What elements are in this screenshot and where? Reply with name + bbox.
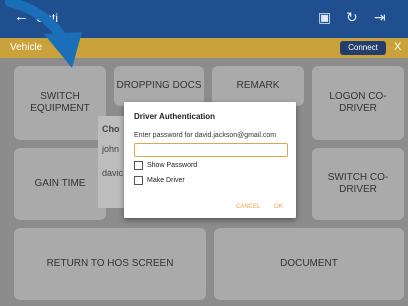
password-prompt: Enter password for david.jackson@gmail.c…: [134, 132, 277, 139]
connect-button[interactable]: Connect: [340, 41, 386, 55]
refresh-icon[interactable]: ↻: [346, 9, 358, 26]
choose-title: Cho: [102, 124, 120, 134]
switch-co-driver-button[interactable]: SWITCH CO-DRIVER: [312, 148, 404, 220]
remark-button[interactable]: REMARK: [212, 66, 304, 106]
logout-icon[interactable]: ⇥: [374, 9, 386, 26]
driver-authentication-dialog: Driver Authentication Enter password for…: [124, 102, 296, 218]
driver-row-john[interactable]: john: [102, 144, 119, 154]
cancel-button[interactable]: CANCEL: [236, 204, 260, 210]
make-driver-label: Make Driver: [147, 177, 185, 184]
return-to-hos-button[interactable]: RETURN TO HOS SCREEN: [14, 228, 206, 300]
ok-button[interactable]: OK: [274, 204, 283, 210]
show-password-label: Show Password: [147, 162, 198, 169]
checkbox-icon[interactable]: [134, 161, 143, 170]
driver-row-david[interactable]: davic: [102, 168, 123, 178]
document-button[interactable]: DOCUMENT: [214, 228, 404, 300]
logon-co-driver-button[interactable]: LOGON CO-DRIVER: [312, 66, 404, 140]
dialog-title: Driver Authentication: [134, 112, 216, 121]
checkbox-icon[interactable]: [134, 176, 143, 185]
password-input[interactable]: [134, 143, 288, 157]
gain-time-button[interactable]: GAIN TIME: [14, 148, 106, 220]
tutorial-arrow-icon: [5, 0, 82, 68]
make-driver-checkbox[interactable]: Make Driver: [134, 176, 185, 185]
show-password-checkbox[interactable]: Show Password: [134, 161, 197, 170]
device-icon[interactable]: ▣: [318, 9, 331, 26]
close-icon[interactable]: X: [394, 41, 401, 53]
dropping-docs-button[interactable]: DROPPING DOCS: [114, 66, 204, 106]
